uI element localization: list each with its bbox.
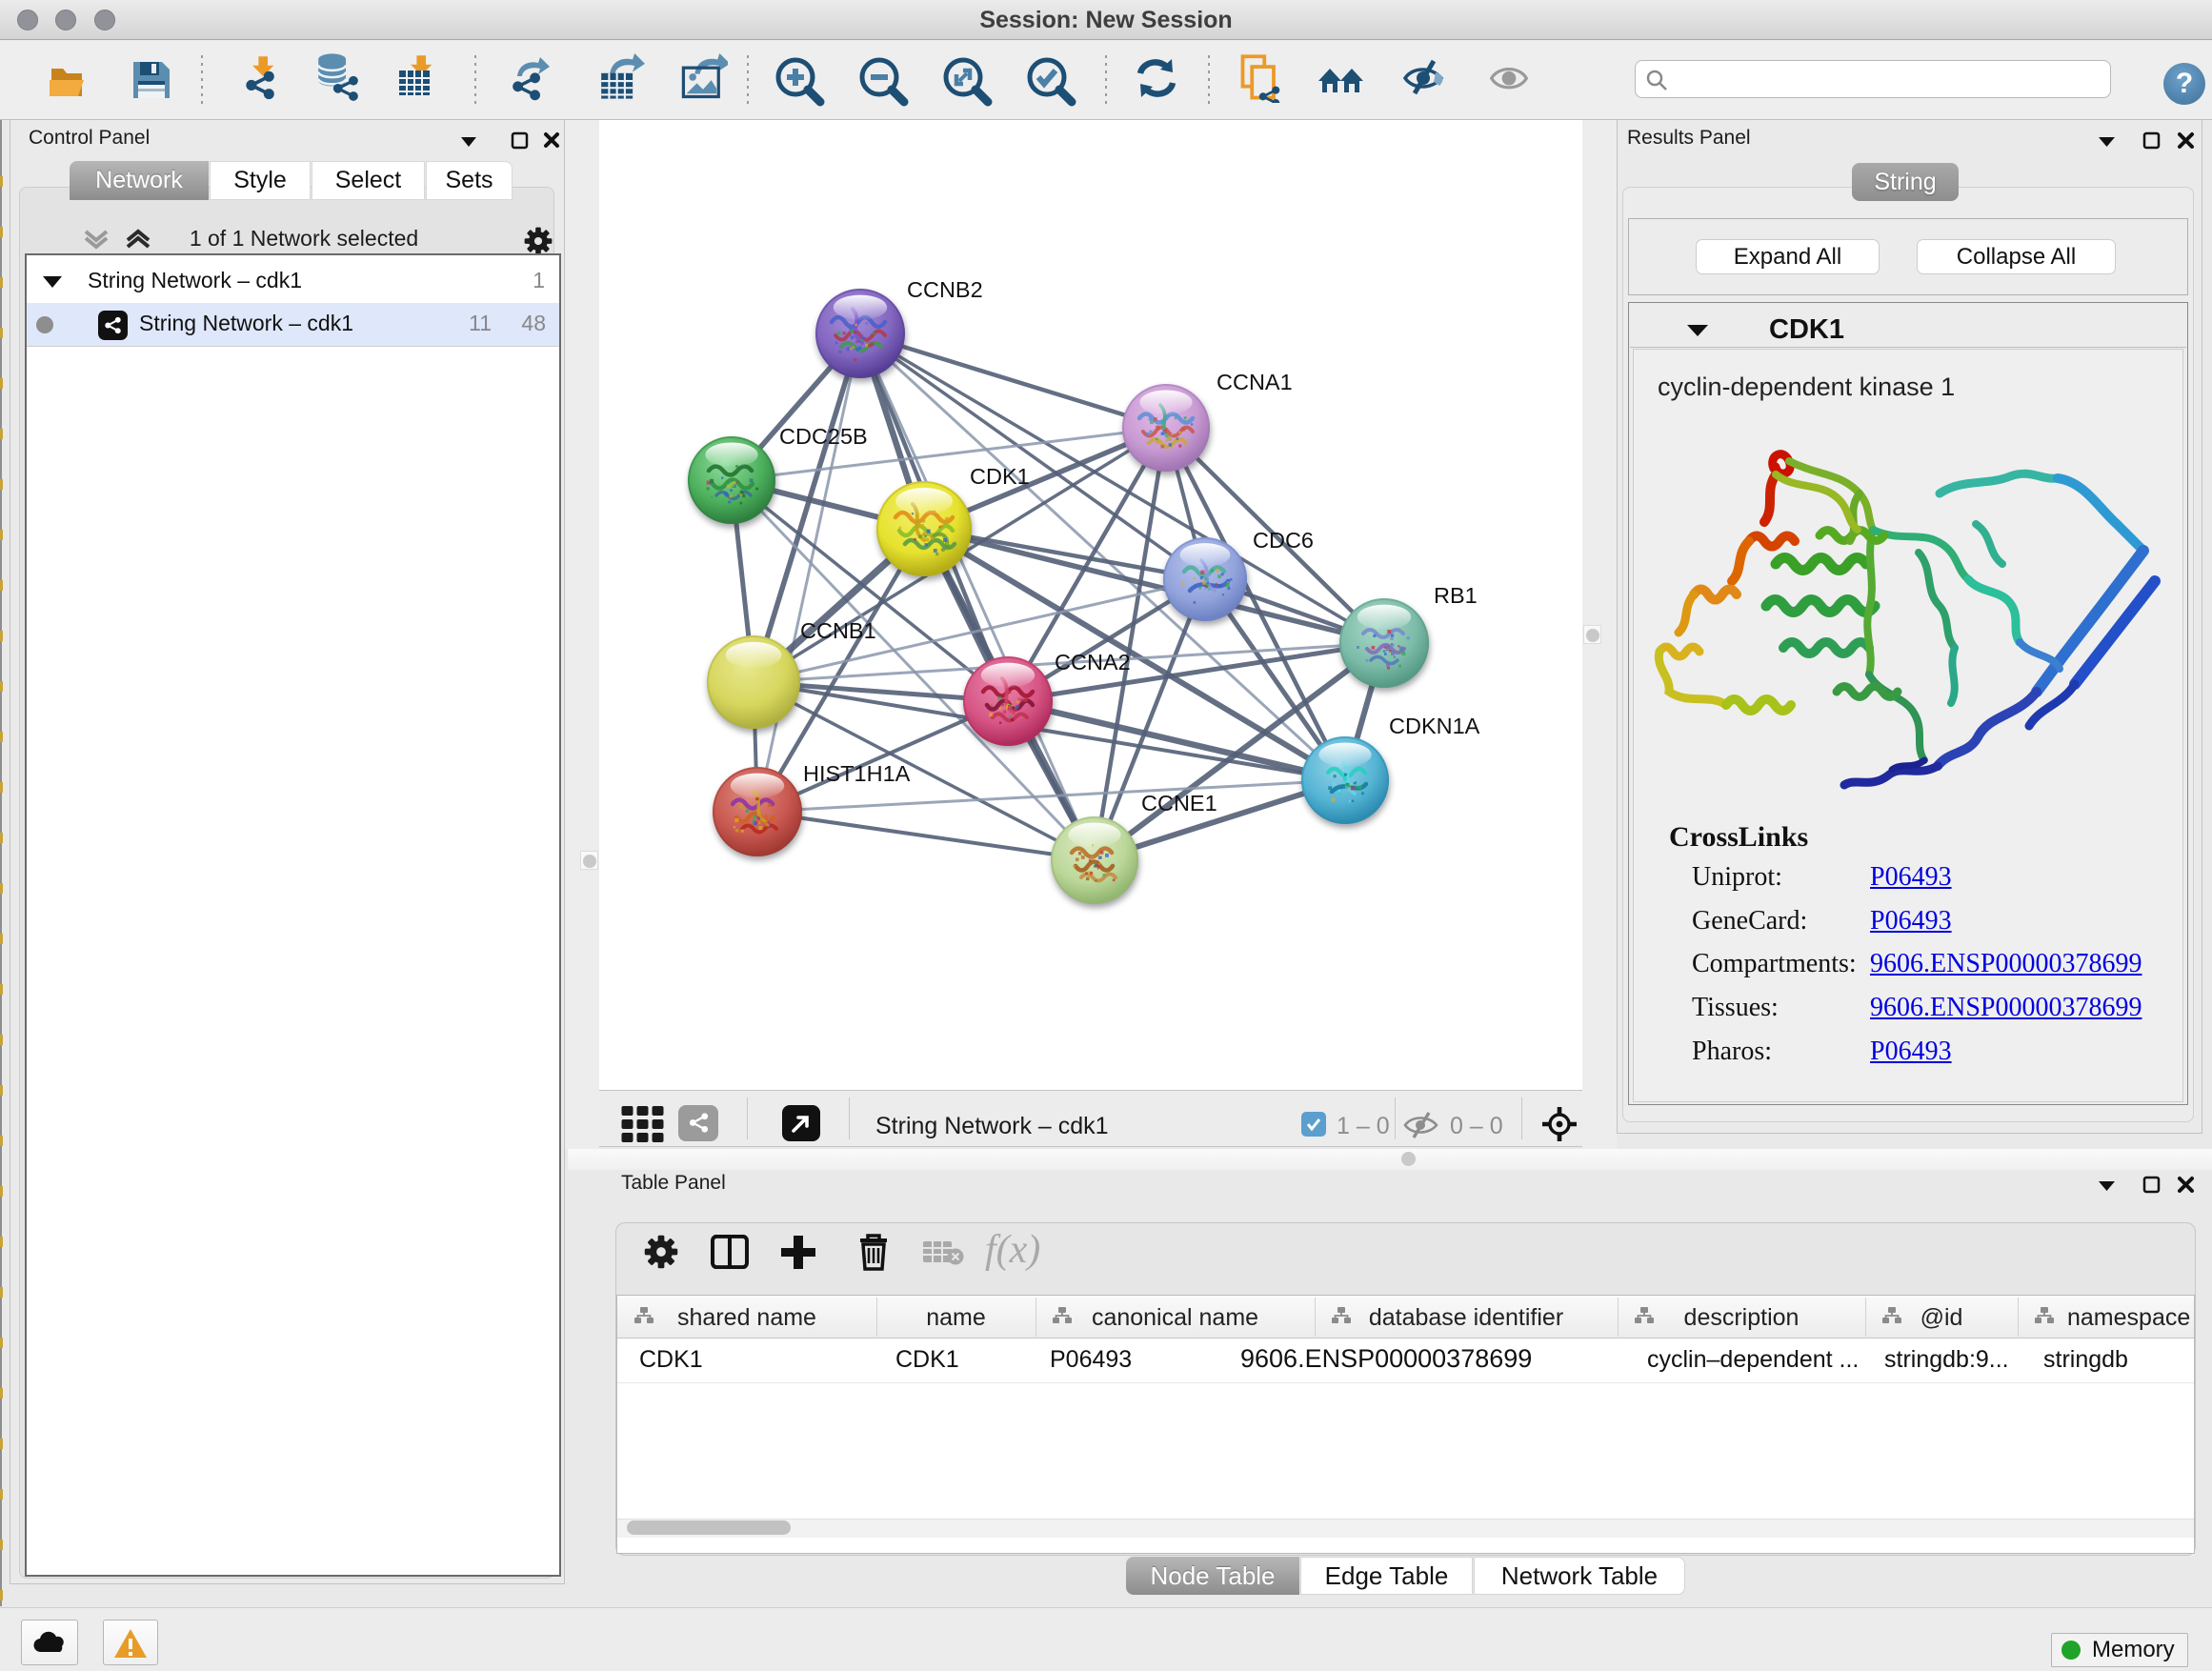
svg-text:CCNB2: CCNB2	[907, 277, 983, 302]
svg-text:CCNA2: CCNA2	[1055, 650, 1131, 674]
svg-text:CCNA1: CCNA1	[1217, 370, 1293, 394]
svg-text:CDC6: CDC6	[1253, 528, 1314, 553]
svg-text:RB1: RB1	[1434, 583, 1478, 608]
svg-text:CCNE1: CCNE1	[1141, 791, 1217, 815]
svg-text:CDKN1A: CDKN1A	[1389, 714, 1480, 738]
svg-text:CCNB1: CCNB1	[800, 618, 876, 643]
svg-text:CDC25B: CDC25B	[779, 424, 868, 449]
svg-text:CDK1: CDK1	[970, 464, 1030, 489]
svg-text:HIST1H1A: HIST1H1A	[803, 761, 911, 786]
